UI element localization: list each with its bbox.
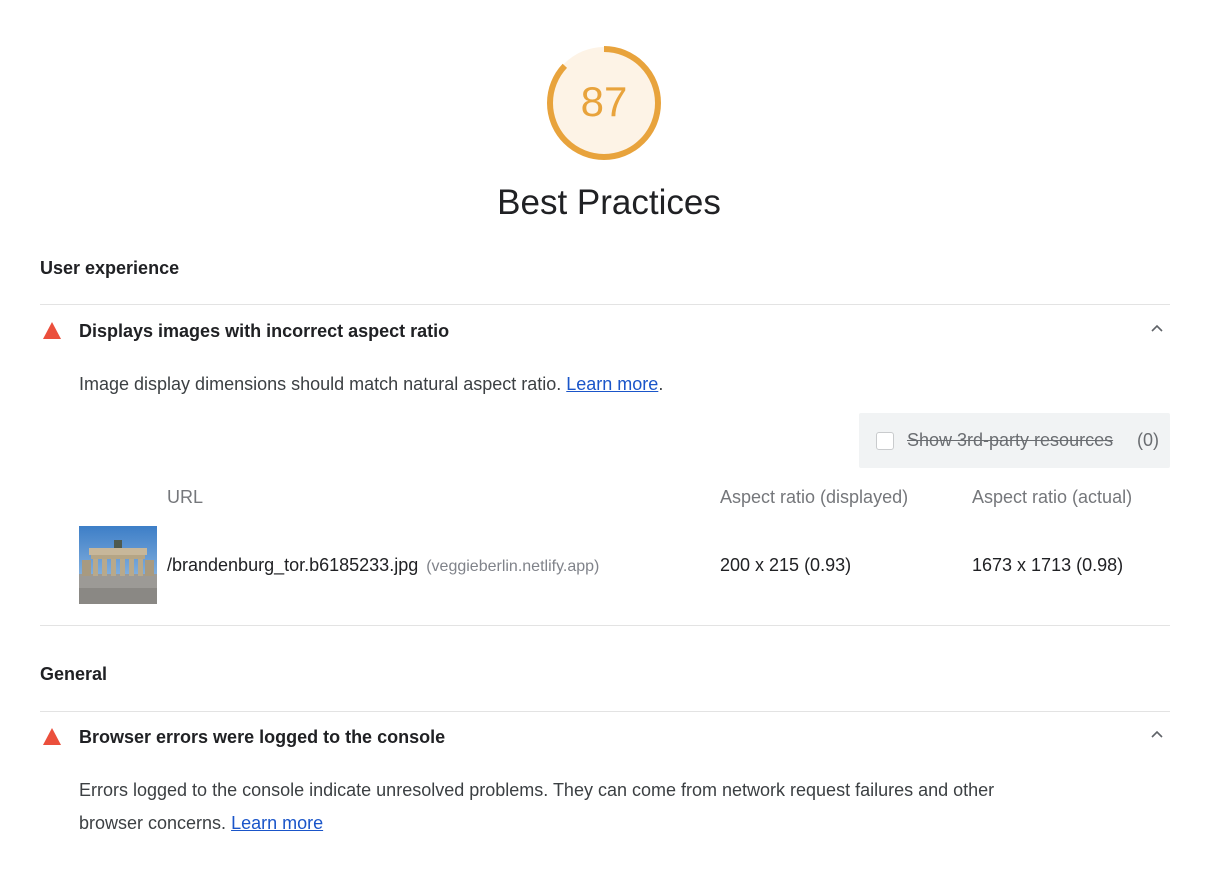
audit-description-text: Image display dimensions should match na…	[79, 374, 567, 394]
column-header-displayed: Aspect ratio (displayed)	[720, 487, 909, 507]
audit-description-line1: Errors logged to the console indicate un…	[79, 780, 995, 800]
third-party-checkbox[interactable]	[876, 432, 894, 450]
audit-description-line2: browser concerns. Learn more	[79, 807, 1119, 840]
learn-more-link[interactable]: Learn more	[566, 374, 658, 394]
audit-title: Displays images with incorrect aspect ra…	[79, 321, 450, 341]
third-party-count: (0)	[1137, 430, 1159, 450]
divider	[40, 625, 1170, 626]
image-url[interactable]: /brandenburg_tor.b6185233.jpg	[167, 555, 418, 575]
chevron-up-icon[interactable]	[1148, 319, 1166, 337]
audit-image-aspect-ratio-header[interactable]: Displays images with incorrect aspect ra…	[40, 313, 1170, 349]
warning-triangle-icon	[43, 728, 61, 745]
table-row-url: /brandenburg_tor.b6185233.jpg (veggieberl…	[167, 555, 599, 576]
warning-triangle-icon	[43, 322, 61, 339]
third-party-filter[interactable]: Show 3rd-party resources (0)	[859, 413, 1170, 468]
group-title-user-experience: User experience	[40, 258, 180, 278]
column-header-url: URL	[167, 487, 204, 507]
aspect-ratio-actual: 1673 x 1713 (0.98)	[972, 555, 1124, 575]
learn-more-link[interactable]: Learn more	[231, 813, 323, 833]
score-value: 87	[580, 78, 628, 125]
chevron-up-icon[interactable]	[1148, 725, 1166, 743]
group-title-general: General	[40, 664, 108, 684]
image-thumbnail[interactable]	[79, 526, 157, 604]
third-party-label[interactable]: Show 3rd-party resources	[907, 430, 1113, 451]
column-header-actual: Aspect ratio (actual)	[972, 487, 1133, 507]
audit-title: Browser errors were logged to the consol…	[79, 727, 446, 747]
score-gauge: 87	[544, 43, 664, 163]
audit-description: Errors logged to the console indicate un…	[79, 774, 1119, 840]
audit-description-text: browser concerns.	[79, 813, 232, 833]
divider	[40, 711, 1170, 712]
audit-console-errors-header[interactable]: Browser errors were logged to the consol…	[40, 719, 1170, 755]
divider	[40, 304, 1170, 305]
audit-description: Image display dimensions should match na…	[79, 368, 1119, 401]
aspect-ratio-displayed: 200 x 215 (0.93)	[720, 555, 852, 575]
category-title: Best Practices	[497, 183, 721, 222]
description-period: .	[658, 374, 664, 394]
image-host: (veggieberlin.netlify.app)	[426, 558, 600, 575]
